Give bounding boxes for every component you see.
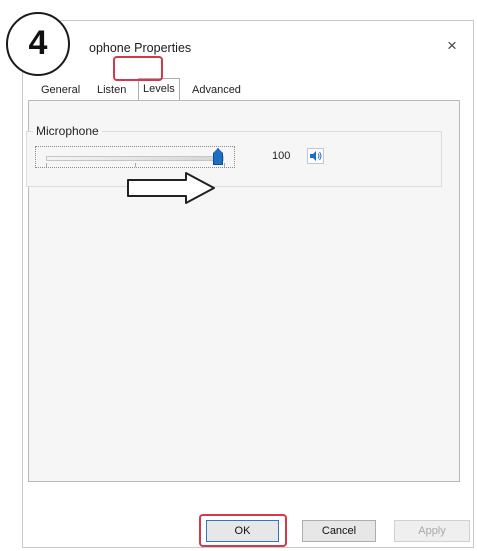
tab-general[interactable]: General bbox=[37, 81, 84, 100]
slider-tick bbox=[224, 163, 225, 167]
microphone-level-slider[interactable] bbox=[35, 146, 235, 168]
speaker-icon bbox=[310, 151, 322, 161]
levels-tab-highlight bbox=[113, 56, 163, 81]
ok-button-highlight bbox=[199, 514, 287, 547]
tab-advanced[interactable]: Advanced bbox=[188, 81, 245, 100]
cancel-button[interactable]: Cancel bbox=[302, 520, 376, 542]
slider-tick bbox=[46, 163, 47, 167]
microphone-label: Microphone bbox=[33, 124, 102, 138]
slider-tick bbox=[135, 163, 136, 167]
step-number-badge: 4 bbox=[6, 12, 70, 76]
tab-listen[interactable]: Listen bbox=[93, 81, 130, 100]
mute-toggle-button[interactable] bbox=[307, 148, 324, 164]
close-button[interactable]: × bbox=[441, 35, 463, 57]
slider-track bbox=[46, 156, 224, 161]
slider-thumb[interactable] bbox=[213, 148, 223, 165]
title-bar: ophone Properties × bbox=[23, 21, 473, 77]
level-value: 100 bbox=[272, 150, 291, 162]
tab-levels[interactable]: Levels bbox=[138, 78, 180, 102]
dialog-title: ophone Properties bbox=[89, 41, 192, 55]
apply-button[interactable]: Apply bbox=[394, 520, 470, 542]
drag-right-arrow-icon bbox=[127, 172, 215, 204]
